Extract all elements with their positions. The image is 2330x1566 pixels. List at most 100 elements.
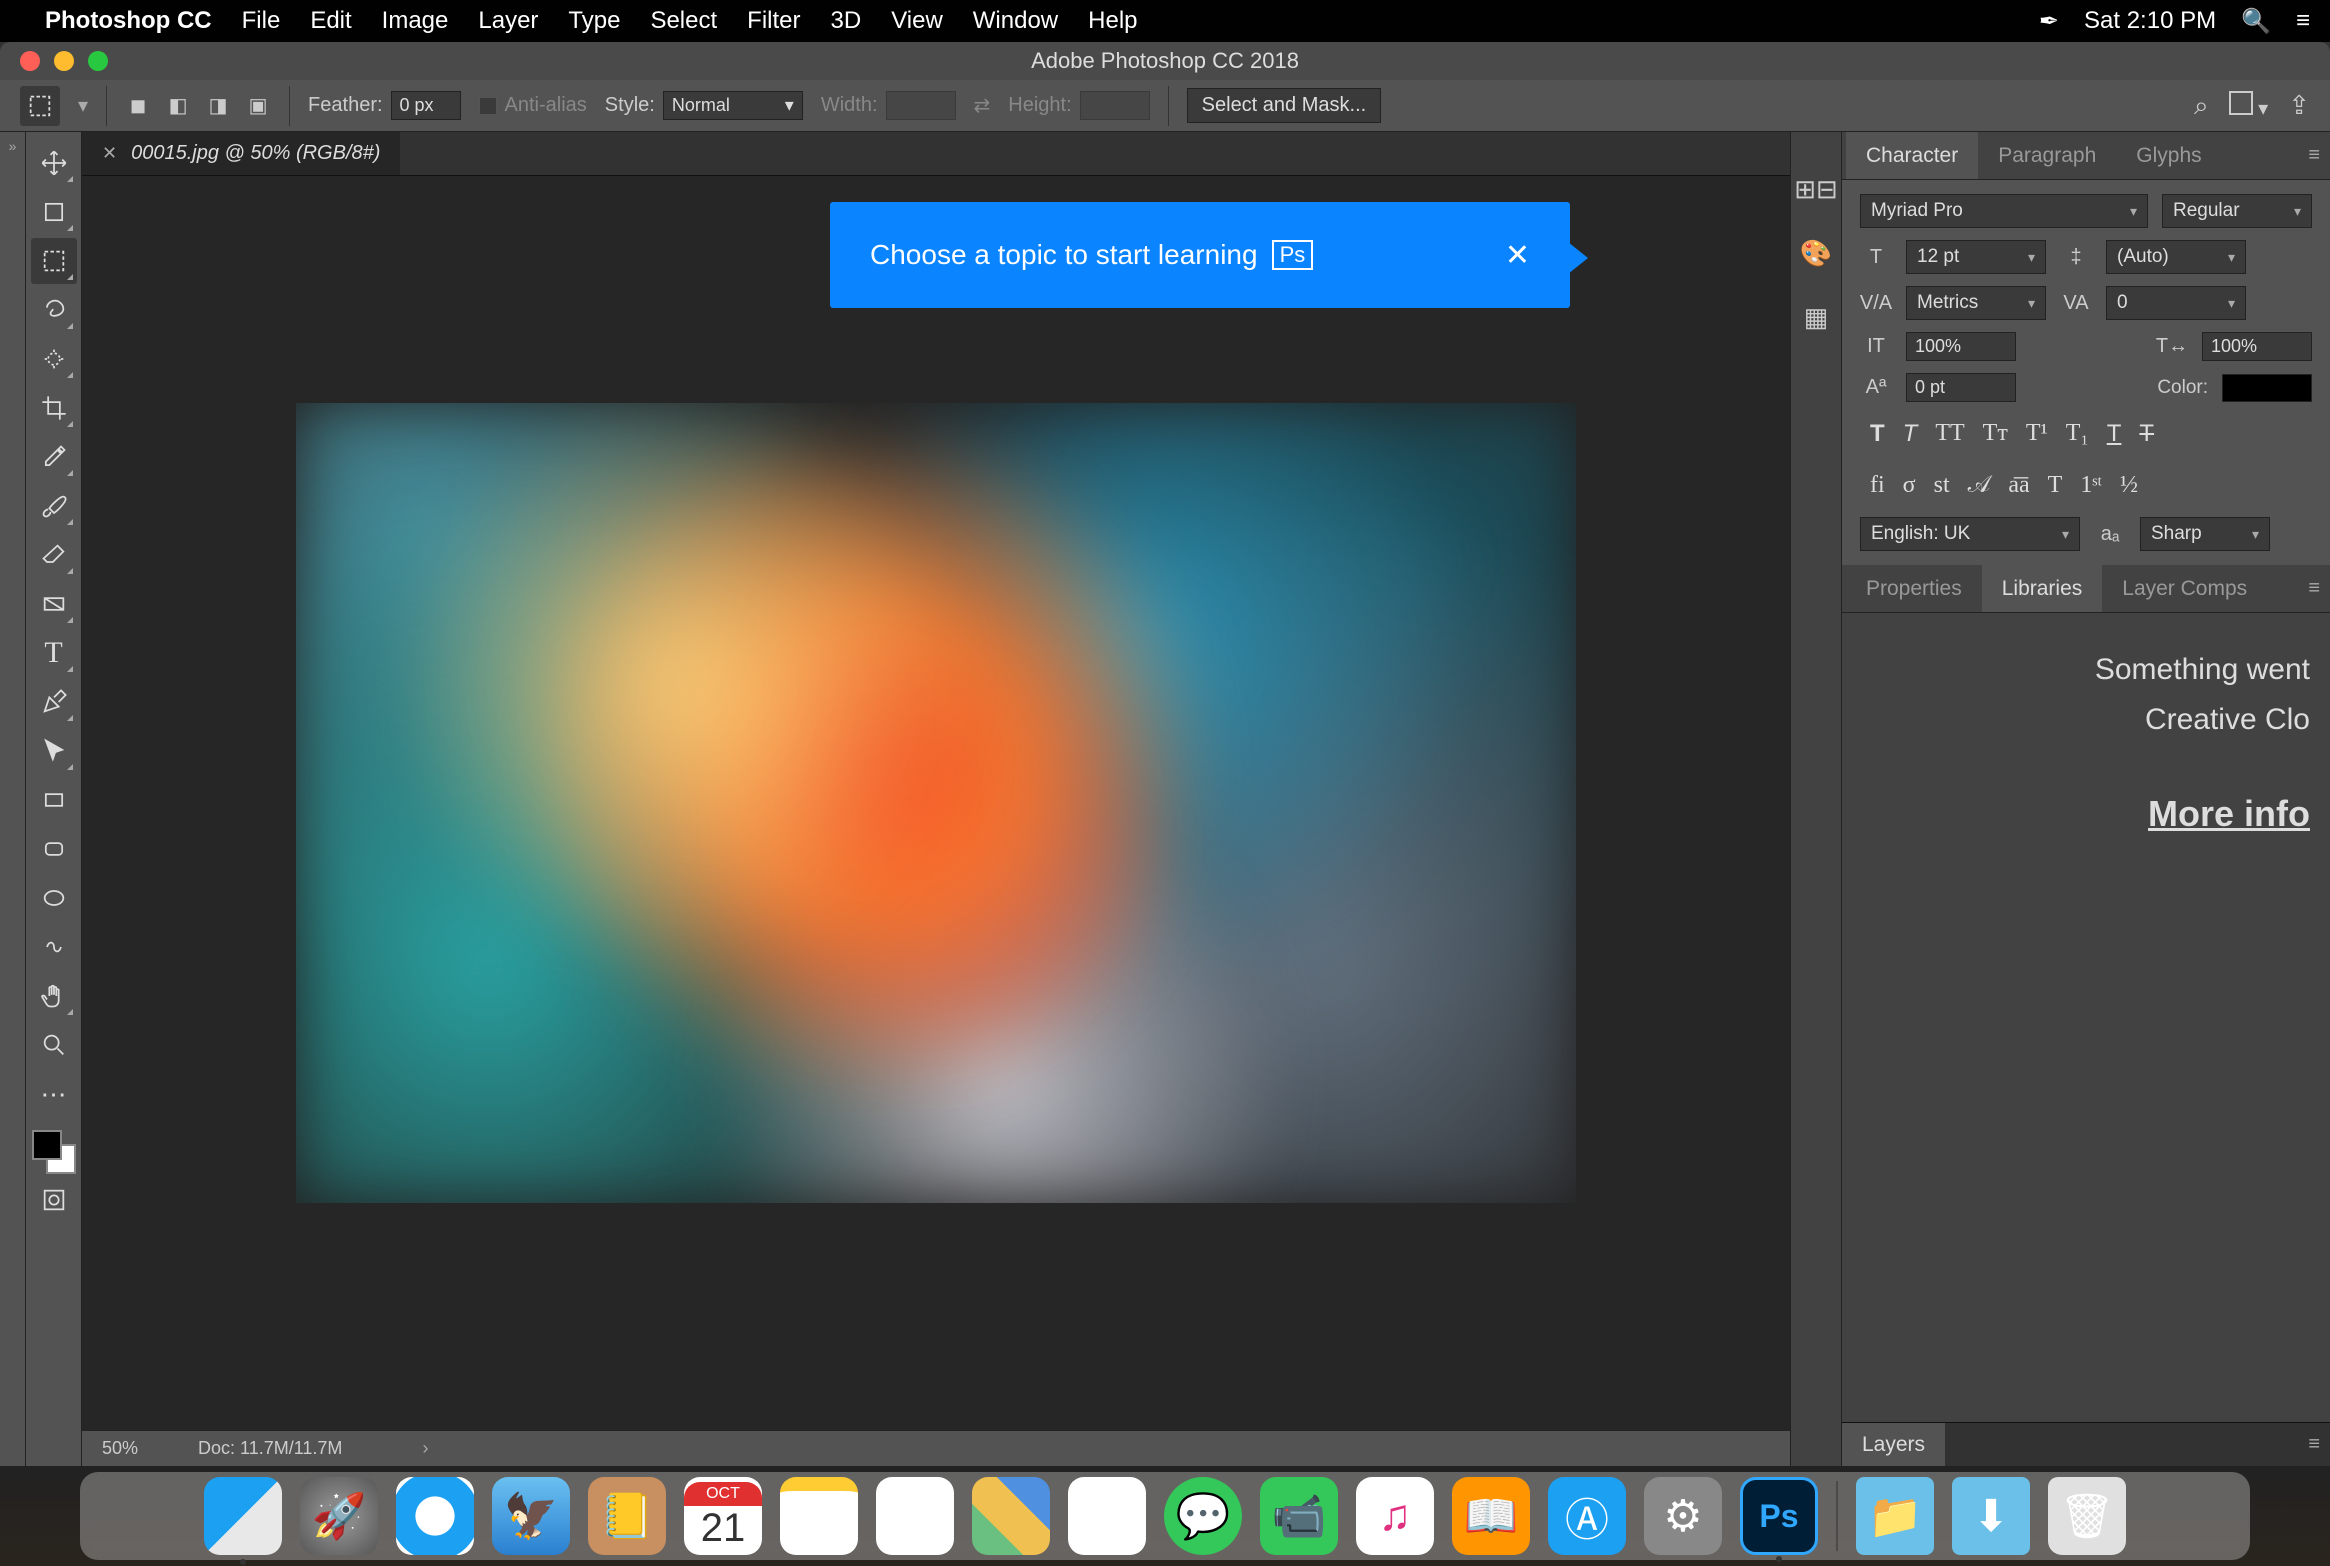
rect-marquee-tool[interactable] <box>31 238 77 284</box>
dock-contacts[interactable]: 📒 <box>588 1477 666 1555</box>
move-tool[interactable] <box>31 140 77 186</box>
lasso-tool[interactable] <box>31 287 77 333</box>
rounded-rect-tool[interactable] <box>31 826 77 872</box>
hand-tool[interactable] <box>31 973 77 1019</box>
panel-collapse-strip-left[interactable]: » <box>0 132 26 1466</box>
color-swatches[interactable] <box>32 1130 76 1174</box>
dock-finder[interactable] <box>204 1477 282 1555</box>
italic-button[interactable]: T <box>1903 420 1918 448</box>
selection-subtract-icon[interactable]: ◨ <box>205 93 231 119</box>
tab-paragraph[interactable]: Paragraph <box>1978 132 2116 179</box>
swatches-panel-icon[interactable]: ▦ <box>1799 300 1833 334</box>
status-menu-icon[interactable]: › <box>422 1438 428 1459</box>
dock-itunes[interactable]: ♫ <box>1356 1477 1434 1555</box>
dock-sysprefs[interactable]: ⚙ <box>1644 1477 1722 1555</box>
antialias-checkbox[interactable] <box>479 97 497 115</box>
strikethrough-button[interactable]: T <box>2139 420 2154 448</box>
libraries-panel-menu-icon[interactable]: ≡ <box>2308 577 2320 600</box>
style-select[interactable]: Normal▾ <box>663 91 803 120</box>
font-size-select[interactable]: 12 pt▾ <box>1906 240 2046 274</box>
language-select[interactable]: English: UK▾ <box>1860 517 2080 551</box>
menubar-pen-icon[interactable]: ✒ <box>2039 7 2059 36</box>
workspace-icon[interactable]: ▾ <box>2229 91 2269 121</box>
menu-help[interactable]: Help <box>1088 7 1137 35</box>
menu-filter[interactable]: Filter <box>747 7 800 35</box>
dock-safari[interactable] <box>396 1477 474 1555</box>
zoom-level[interactable]: 50% <box>102 1438 138 1459</box>
menubar-list-icon[interactable]: ≡ <box>2296 7 2310 35</box>
canvas-viewport[interactable] <box>82 176 1790 1430</box>
type-tool[interactable]: T <box>31 630 77 676</box>
menu-edit[interactable]: Edit <box>310 7 351 35</box>
dock-messages[interactable]: 💬 <box>1164 1477 1242 1555</box>
tracking-select[interactable]: 0▾ <box>2106 286 2246 320</box>
color-panel-icon[interactable]: 🎨 <box>1799 236 1833 270</box>
tab-character[interactable]: Character <box>1846 132 1978 179</box>
tab-properties[interactable]: Properties <box>1846 565 1982 612</box>
doc-size[interactable]: Doc: 11.7M/11.7M <box>198 1438 342 1459</box>
allcaps-button[interactable]: TT <box>1935 420 1964 448</box>
learn-tooltip-close-icon[interactable]: ✕ <box>1505 238 1530 273</box>
select-and-mask-button[interactable]: Select and Mask... <box>1187 88 1382 123</box>
share-icon[interactable]: ⇪ <box>2288 90 2310 121</box>
discretionary-lig-button[interactable]: st <box>1934 472 1950 499</box>
ligatures-button[interactable]: fi <box>1870 472 1885 499</box>
menu-image[interactable]: Image <box>382 7 449 35</box>
vscale-input[interactable] <box>1906 332 2016 361</box>
dock-photos[interactable]: ✿ <box>1068 1477 1146 1555</box>
menu-select[interactable]: Select <box>650 7 717 35</box>
dock-calendar[interactable]: OCT21 <box>684 1477 762 1555</box>
rectangle-shape-tool[interactable] <box>31 777 77 823</box>
menu-window[interactable]: Window <box>973 7 1058 35</box>
font-weight-select[interactable]: Regular▾ <box>2162 194 2312 228</box>
menu-type[interactable]: Type <box>568 7 620 35</box>
zoom-tool[interactable] <box>31 1022 77 1068</box>
crop-tool[interactable] <box>31 385 77 431</box>
custom-shape-tool[interactable] <box>31 924 77 970</box>
character-panel-menu-icon[interactable]: ≡ <box>2308 144 2320 167</box>
current-tool-preset[interactable] <box>20 86 60 126</box>
quick-mask-toggle[interactable] <box>31 1177 77 1223</box>
dock-trash[interactable]: 🗑 <box>2048 1477 2126 1555</box>
tab-libraries[interactable]: Libraries <box>1982 565 2103 612</box>
dock-launchpad[interactable]: 🚀 <box>300 1477 378 1555</box>
brush-tool[interactable] <box>31 483 77 529</box>
bold-button[interactable]: T <box>1870 420 1885 448</box>
menu-3d[interactable]: 3D <box>831 7 862 35</box>
search-icon[interactable]: ⌕ <box>2194 90 2209 122</box>
dock-ibooks[interactable]: 📖 <box>1452 1477 1530 1555</box>
dock-facetime[interactable]: 📹 <box>1260 1477 1338 1555</box>
stylistic-alt-button[interactable]: a͞a <box>2008 472 2029 499</box>
selection-intersect-icon[interactable]: ▣ <box>245 93 271 119</box>
swash-button[interactable]: 𝒜 <box>1968 472 1991 499</box>
fractions-button[interactable]: ½ <box>2120 472 2138 499</box>
underline-button[interactable]: T <box>2107 420 2122 448</box>
selection-add-icon[interactable]: ◧ <box>165 93 191 119</box>
text-color-swatch[interactable] <box>2222 374 2312 402</box>
edit-toolbar-button[interactable]: ⋯ <box>31 1071 77 1117</box>
subscript-button[interactable]: T₁ <box>2066 420 2089 448</box>
menu-file[interactable]: File <box>242 7 281 35</box>
dock-notes[interactable] <box>780 1477 858 1555</box>
titling-alt-button[interactable]: T <box>2048 472 2063 499</box>
dock-maps[interactable] <box>972 1477 1050 1555</box>
zoom-window-button[interactable] <box>88 51 108 71</box>
tab-glyphs[interactable]: Glyphs <box>2116 132 2221 179</box>
dock-mail[interactable]: 🦅 <box>492 1477 570 1555</box>
close-tab-icon[interactable]: ✕ <box>102 143 117 164</box>
ellipse-tool[interactable] <box>31 875 77 921</box>
gradient-tool[interactable] <box>31 581 77 627</box>
feather-input[interactable] <box>391 91 461 120</box>
dock-photoshop[interactable]: Ps <box>1740 1477 1818 1555</box>
ordinals-button[interactable]: 1ˢᵗ <box>2080 472 2102 499</box>
quick-select-tool[interactable] <box>31 336 77 382</box>
minimize-window-button[interactable] <box>54 51 74 71</box>
contextual-alt-button[interactable]: σ <box>1903 472 1916 499</box>
document-tab[interactable]: ✕ 00015.jpg @ 50% (RGB/8#) <box>82 132 400 175</box>
antialias-mode-select[interactable]: Sharp▾ <box>2140 517 2270 551</box>
selection-new-icon[interactable]: ◼ <box>125 93 151 119</box>
dock-applications-folder[interactable]: 📁 <box>1856 1477 1934 1555</box>
layers-panel-menu-icon[interactable]: ≡ <box>2308 1433 2320 1456</box>
menubar-spotlight-icon[interactable]: 🔍 <box>2241 7 2271 36</box>
tab-layers[interactable]: Layers <box>1842 1423 1945 1466</box>
